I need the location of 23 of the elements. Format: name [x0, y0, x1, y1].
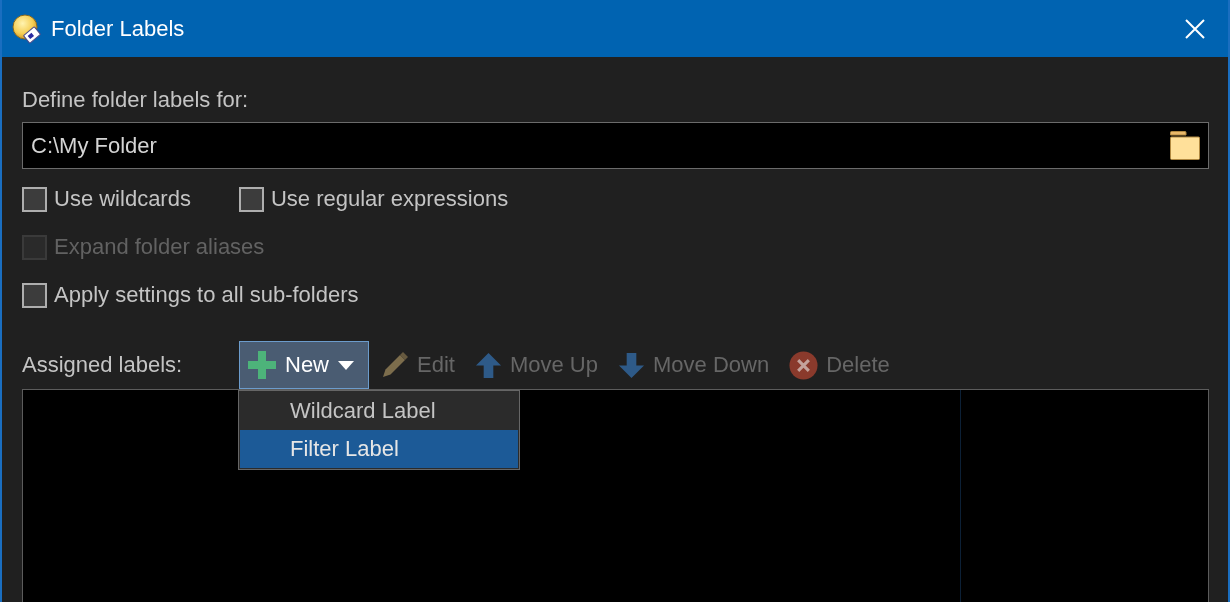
checkbox-label[interactable]: Apply settings to all sub-folders: [54, 280, 359, 310]
menu-item[interactable]: Filter Label: [240, 430, 518, 468]
labels-list[interactable]: [22, 389, 1209, 602]
menu-item[interactable]: Wildcard Label: [240, 392, 518, 430]
caret-icon: [338, 360, 354, 370]
dropdown-button[interactable]: New: [239, 341, 369, 389]
x-circle-icon: [789, 350, 819, 380]
circle-tag-icon: [12, 13, 42, 44]
close-icon: [1185, 18, 1205, 39]
pencil-icon: [381, 351, 409, 379]
window-title: Folder Labels: [51, 14, 185, 43]
checkbox[interactable]: [22, 186, 47, 212]
folder-icon[interactable]: [1170, 131, 1200, 160]
checkbox-label[interactable]: Use wildcards: [54, 184, 191, 214]
arrow-up-icon: [474, 351, 502, 379]
plus-icon: [247, 350, 277, 380]
checkbox[interactable]: [238, 186, 264, 212]
arrow-down-icon: [618, 351, 645, 379]
checkbox[interactable]: [22, 282, 47, 308]
field-label: Define folder labels for:: [22, 86, 249, 114]
section-label: Assigned labels:: [22, 351, 184, 379]
path-field[interactable]: C:\My Folder: [22, 122, 1209, 169]
checkbox-label[interactable]: Use regular expressions: [270, 184, 509, 214]
